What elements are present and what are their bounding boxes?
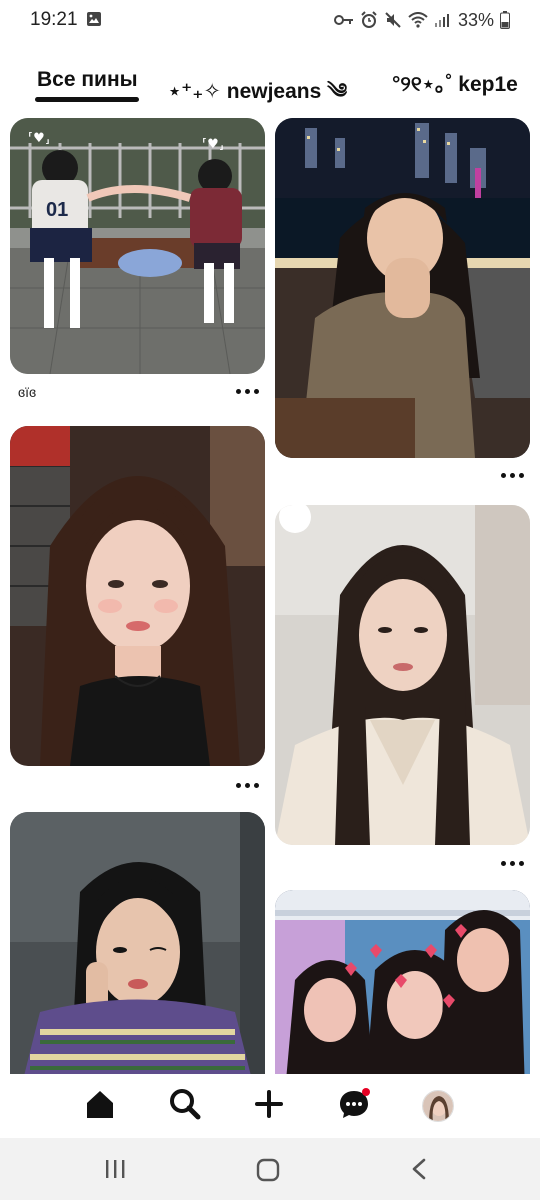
wifi-icon xyxy=(408,12,428,28)
home-button-icon[interactable] xyxy=(256,1158,280,1187)
plus-icon xyxy=(253,1088,285,1125)
more-options-icon[interactable] xyxy=(500,858,524,868)
signal-icon xyxy=(434,12,450,28)
nav-search[interactable] xyxy=(167,1088,203,1124)
nav-profile[interactable] xyxy=(420,1088,456,1124)
tab-all-pins[interactable]: Все пины xyxy=(37,68,138,92)
more-options-icon[interactable] xyxy=(500,470,524,480)
status-icons: 33% xyxy=(333,8,510,32)
alarm-icon xyxy=(360,11,378,29)
battery-percent: 33% xyxy=(457,9,494,30)
home-icon xyxy=(84,1088,116,1125)
more-options-icon[interactable] xyxy=(235,386,259,396)
back-icon[interactable] xyxy=(410,1158,428,1185)
gallery-notification-icon xyxy=(86,11,102,27)
svg-text:⸢♥⸥: ⸢♥⸥ xyxy=(28,131,50,146)
status-time: 19:21 xyxy=(30,9,78,30)
system-nav-bar xyxy=(0,1138,540,1200)
pin-image[interactable]: 01 ⸢♥⸥ ⸢♥⸥ xyxy=(10,118,265,374)
pin-image[interactable] xyxy=(10,812,265,1092)
tab-kep1er[interactable]: °୨୧⋆｡˚ kep1e xyxy=(392,68,518,98)
svg-text:01: 01 xyxy=(46,199,68,221)
battery-icon xyxy=(500,11,510,29)
search-icon xyxy=(169,1088,201,1125)
avatar xyxy=(422,1090,454,1122)
pin-image[interactable] xyxy=(275,505,530,845)
notification-dot xyxy=(362,1088,370,1096)
tab-newjeans[interactable]: ⋆⁺₊✧ newjeans ༄ xyxy=(168,68,347,108)
key-icon xyxy=(333,13,354,27)
nav-create[interactable] xyxy=(251,1088,287,1124)
pin-caption[interactable]: ɞïɞ xyxy=(18,384,36,400)
pin-image[interactable] xyxy=(275,890,530,1092)
nav-messages[interactable] xyxy=(336,1088,372,1124)
status-bar: 19:21 33% xyxy=(0,0,540,40)
svg-text:⸢♥⸥: ⸢♥⸥ xyxy=(202,137,224,152)
more-options-icon[interactable] xyxy=(235,780,259,790)
bottom-nav xyxy=(0,1074,540,1138)
pin-image[interactable] xyxy=(275,118,530,458)
mute-icon xyxy=(384,11,402,29)
active-tab-indicator xyxy=(35,97,139,102)
nav-home[interactable] xyxy=(82,1088,118,1124)
recent-apps-icon[interactable] xyxy=(104,1158,126,1185)
pin-image[interactable] xyxy=(10,426,265,766)
